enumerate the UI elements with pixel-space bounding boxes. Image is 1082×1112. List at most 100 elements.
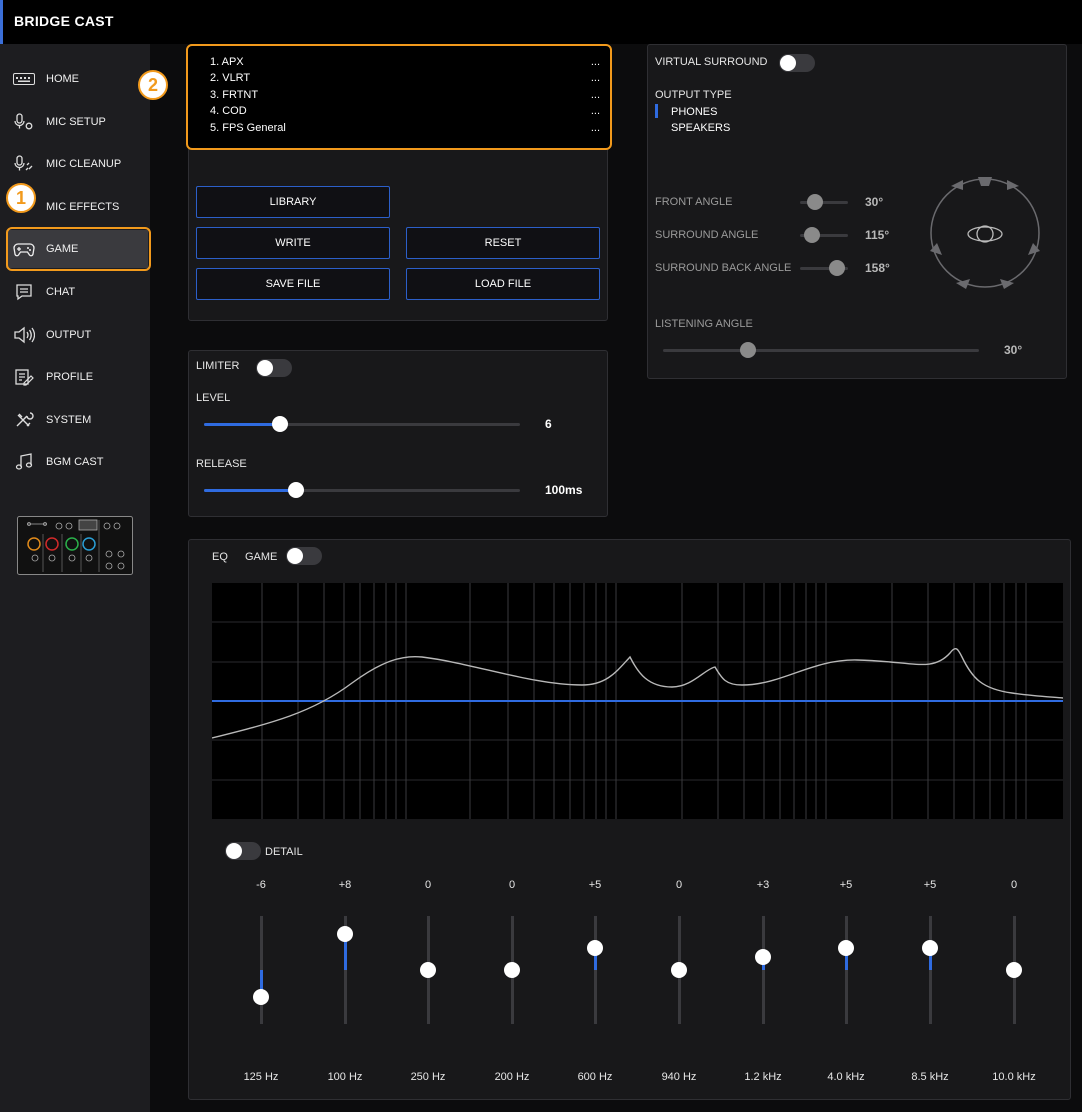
front-angle-label: FRONT ANGLE	[655, 196, 733, 208]
app-title: BRIDGE CAST	[14, 13, 114, 29]
eq-band-frequency: 600 Hz	[577, 1071, 613, 1083]
preset-menu-button[interactable]: ...	[591, 122, 600, 138]
sidebar-item-mic-setup[interactable]: MIC SETUP	[6, 103, 148, 141]
preset-menu-button[interactable]: ...	[591, 72, 600, 88]
sidebar-item-label: SYSTEM	[46, 414, 92, 426]
sidebar-item-bgm-cast[interactable]: BGM CAST	[6, 443, 148, 481]
front-angle-value: 30°	[865, 195, 884, 209]
eq-band-fader-thumb[interactable]	[922, 939, 938, 956]
eq-band-gain: 0	[424, 879, 432, 891]
eq-band-frequency: 125 Hz	[243, 1071, 279, 1083]
title-bar	[0, 0, 1082, 44]
sidebar-item-profile[interactable]: PROFILE	[6, 358, 148, 396]
music-note-icon	[11, 453, 37, 471]
mic-settings-icon	[11, 113, 37, 131]
preset-name: 4. COD	[210, 105, 247, 117]
eq-band-frequency: 10.0 kHz	[992, 1071, 1036, 1083]
eq-band-fader-thumb[interactable]	[838, 939, 854, 956]
eq-band-fader-track[interactable]	[594, 916, 597, 1024]
sidebar-item-chat[interactable]: CHAT	[6, 273, 148, 311]
eq-band-frequency: 940 Hz	[661, 1071, 697, 1083]
preset-menu-button[interactable]: ...	[591, 56, 600, 72]
preset-name: 5. FPS General	[210, 122, 286, 134]
eq-band-gain: +3	[756, 879, 770, 891]
surround-back-angle-label: SURROUND BACK ANGLE	[655, 262, 792, 274]
preset-name: 3. FRTNT	[210, 89, 259, 101]
library-button[interactable]: LIBRARY	[196, 186, 390, 218]
device-image[interactable]	[17, 516, 133, 575]
eq-band-gain: 0	[1010, 879, 1018, 891]
eq-band-fader-thumb[interactable]	[587, 939, 603, 956]
eq-band-fader-thumb[interactable]	[253, 989, 269, 1005]
load-file-button[interactable]: LOAD FILE	[406, 268, 600, 300]
eq-band-fader-thumb[interactable]	[1006, 962, 1022, 978]
write-button[interactable]: WRITE	[196, 227, 390, 259]
preset-item[interactable]: 2. VLRT ...	[210, 72, 600, 88]
output-type-speakers[interactable]: SPEAKERS	[671, 122, 730, 134]
eq-band-gain: +5	[839, 879, 853, 891]
sidebar-item-mic-cleanup[interactable]: MIC CLEANUP	[6, 145, 148, 183]
eq-detail-toggle[interactable]	[225, 842, 261, 860]
sidebar-item-label: OUTPUT	[46, 329, 92, 341]
eq-band-fader-thumb[interactable]	[420, 962, 436, 978]
eq-toggle[interactable]	[286, 547, 322, 565]
limiter-toggle[interactable]	[256, 359, 292, 377]
front-angle-thumb[interactable]	[807, 194, 823, 210]
surround-angle-thumb[interactable]	[804, 227, 820, 243]
selected-indicator	[655, 104, 658, 118]
eq-band-frequency: 250 Hz	[410, 1071, 446, 1083]
preset-menu-button[interactable]: ...	[591, 105, 600, 121]
eq-band-fader-track[interactable]	[845, 916, 848, 1024]
sidebar-item-home[interactable]: HOME	[6, 60, 148, 98]
callout-badge-1: 1	[6, 183, 36, 213]
eq-band-frequency: 4.0 kHz	[827, 1071, 865, 1083]
mic-cleanup-icon	[11, 155, 37, 173]
sidebar-item-label: PROFILE	[46, 371, 94, 383]
preset-name: 1. APX	[210, 56, 244, 68]
sidebar-item-system[interactable]: SYSTEM	[6, 401, 148, 439]
eq-label: EQ	[212, 551, 228, 563]
tools-icon	[11, 411, 37, 429]
preset-item[interactable]: 1. APX ...	[210, 56, 600, 72]
limiter-label: LIMITER	[196, 360, 240, 372]
release-slider-fill	[204, 489, 296, 492]
output-type-phones[interactable]: PHONES	[671, 106, 717, 118]
preset-item[interactable]: 5. FPS General ...	[210, 122, 600, 138]
listening-angle-slider[interactable]	[663, 349, 979, 352]
eq-band-gain: +8	[338, 879, 352, 891]
sidebar-item-label: MIC SETUP	[46, 116, 106, 128]
surround-angle-label: SURROUND ANGLE	[655, 229, 759, 241]
eq-band-fader-thumb[interactable]	[337, 926, 353, 942]
sidebar-item-label: HOME	[46, 73, 79, 85]
eq-band-fader-thumb[interactable]	[671, 962, 687, 978]
surround-angle-value: 115°	[865, 228, 890, 242]
eq-band-fader-thumb[interactable]	[755, 948, 771, 965]
save-file-button[interactable]: SAVE FILE	[196, 268, 390, 300]
preset-item[interactable]: 4. COD ...	[210, 105, 600, 121]
reset-button[interactable]: RESET	[406, 227, 600, 259]
speaker-icon	[11, 326, 37, 344]
eq-band-gain: +5	[923, 879, 937, 891]
output-type-label: OUTPUT TYPE	[655, 89, 732, 101]
virtual-surround-toggle[interactable]	[779, 54, 815, 72]
preset-item[interactable]: 3. FRTNT ...	[210, 89, 600, 105]
callout-badge-2: 2	[138, 70, 168, 100]
eq-band-gain: 0	[675, 879, 683, 891]
sidebar-item-output[interactable]: OUTPUT	[6, 316, 148, 354]
callout-highlight-game	[6, 227, 151, 271]
eq-band-fader-track[interactable]	[929, 916, 932, 1024]
virtual-surround-label: VIRTUAL SURROUND	[655, 56, 768, 68]
sidebar-item-label: MIC CLEANUP	[46, 158, 122, 170]
surround-back-angle-thumb[interactable]	[829, 260, 845, 276]
eq-band-fader-thumb[interactable]	[504, 962, 520, 978]
preset-name: 2. VLRT	[210, 72, 251, 84]
level-slider-thumb[interactable]	[271, 416, 288, 432]
keyboard-icon	[11, 70, 37, 88]
speaker-angle-diagram	[926, 173, 1044, 293]
preset-menu-button[interactable]: ...	[591, 89, 600, 105]
release-slider-thumb[interactable]	[287, 482, 304, 498]
eq-graph[interactable]	[211, 583, 1064, 819]
sidebar-item-label: CHAT	[46, 286, 76, 298]
sidebar-item-label: BGM CAST	[46, 456, 104, 468]
eq-band-fader-track[interactable]	[762, 916, 765, 1024]
